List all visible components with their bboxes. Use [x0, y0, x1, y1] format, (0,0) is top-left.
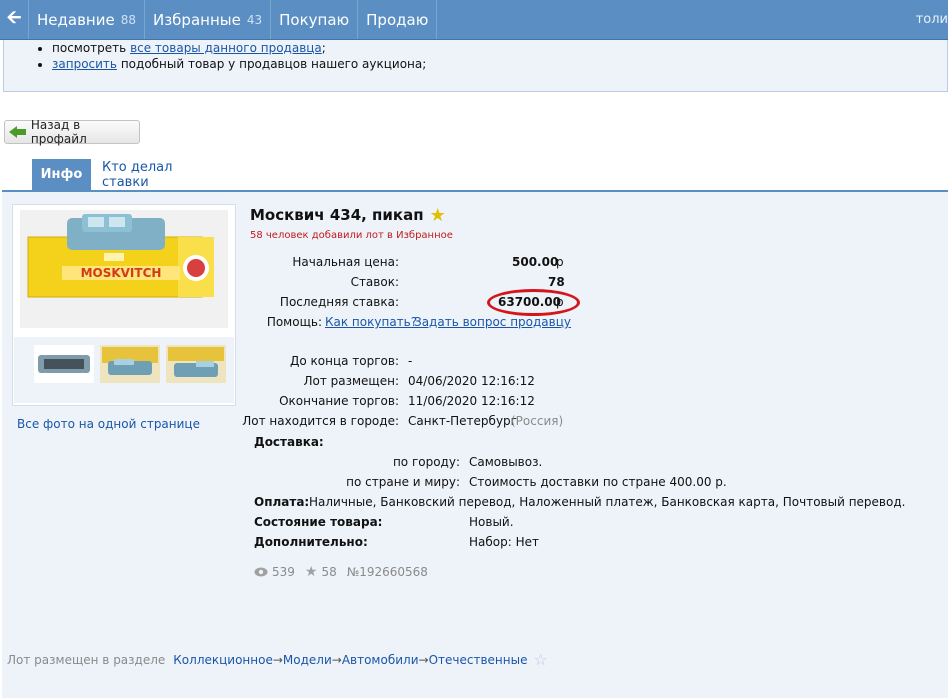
nav-favorites-label: Избранные [152, 10, 241, 29]
breadcrumb-domestic[interactable]: Отечественные [429, 653, 528, 667]
breadcrumb-separator: → [331, 652, 342, 667]
thumbnail-1-image [34, 345, 94, 383]
lot-number: №192660568 [346, 565, 428, 579]
city-value: Санкт-Петербург [408, 414, 517, 428]
ends-value: 11/06/2020 12:16:12 [408, 394, 535, 408]
all-photos-link[interactable]: Все фото на одной странице [17, 417, 200, 431]
eye-icon [254, 567, 268, 577]
bids-label: Ставок: [350, 275, 399, 289]
thumbnail-3-image [166, 345, 226, 383]
green-arrow-left-icon [9, 126, 27, 138]
favorites-note: 58 человек добавили лот в Избранное [250, 230, 453, 241]
payment-label: Оплата: [254, 495, 310, 509]
delivery-world-label: по стране и миру: [346, 475, 460, 489]
thumbnail-strip [14, 337, 234, 403]
lot-tabs: Инфо Кто делал ставки [2, 159, 948, 192]
delivery-city-label: по городу: [392, 455, 460, 469]
subscribe-star-icon[interactable]: ☆ [533, 650, 547, 669]
seller-items-link[interactable]: все товары данного продавца [130, 41, 322, 55]
city-label: Лот находится в городе: [242, 414, 399, 428]
last-bid-label: Последняя ставка: [279, 295, 399, 309]
condition-label: Состояние товара: [254, 515, 383, 529]
toy-car-box-image: MOSKVITCH [20, 210, 228, 328]
hint-suffix: ; [321, 41, 326, 55]
time-left-label: До конца торгов: [289, 354, 399, 368]
top-nav: 🡨 Недавние 88 Избранные 43 Покупаю Прода… [0, 0, 948, 40]
nav-recent-count: 88 [120, 12, 136, 27]
delivery-world-value: Стоимость доставки по стране 400.00 р. [469, 475, 727, 489]
tab-bidders[interactable]: Кто делал ставки [102, 159, 222, 190]
main-photo[interactable]: MOSKVITCH [20, 210, 228, 328]
breadcrumb-models[interactable]: Модели [283, 653, 332, 667]
last-bid-highlight-oval [487, 289, 580, 316]
hint-box: посмотреть все товары данного продавца; … [3, 40, 948, 92]
box-brand-text: MOSKVITCH [81, 266, 162, 280]
back-arrow-icon[interactable]: 🡨 [0, 0, 28, 39]
hint-line-1: посмотреть все товары данного продавца; [52, 40, 426, 56]
bids-value: 78 [548, 275, 565, 289]
nav-buying-label: Покупаю [279, 10, 350, 29]
extra-value: Набор: Нет [469, 535, 539, 549]
nav-user-text[interactable]: толи [916, 0, 948, 39]
nav-selling-label: Продаю [366, 10, 429, 29]
how-to-buy-link[interactable]: Как покупать? [325, 315, 417, 329]
views-count: 539 [272, 565, 295, 579]
lot-stats: 539 ★ 58 №192660568 [254, 564, 428, 580]
delivery-city-value: Самовывоз. [469, 455, 543, 469]
star-count-icon: ★ [304, 564, 318, 580]
favorite-star-icon[interactable]: ★ [430, 205, 446, 226]
lot-title-row: Москвич 434, пикап ★ [250, 204, 940, 226]
extra-label: Дополнительно: [254, 535, 368, 549]
hint-text: подобный товар у продавцов нашего аукцио… [120, 57, 427, 71]
placed-value: 04/06/2020 12:16:12 [408, 374, 535, 388]
tab-info[interactable]: Инфо [32, 159, 91, 190]
photo-gallery: MOSKVITCH [12, 204, 236, 406]
lot-title: Москвич 434, пикап [250, 206, 424, 224]
thumbnail-1[interactable] [34, 345, 94, 383]
stars-count: 58 [321, 565, 337, 579]
thumbnail-3[interactable] [166, 345, 226, 383]
thumbnail-2-image [100, 345, 160, 383]
country-value: (Россия) [511, 414, 564, 428]
condition-value: Новый. [469, 515, 514, 529]
delivery-label: Доставка: [254, 435, 324, 449]
breadcrumb-separator: → [272, 652, 283, 667]
back-to-profile-label: Назад в профайл [30, 118, 87, 146]
hint-line-2: запросить подобный товар у продавцов наш… [52, 56, 426, 72]
start-price-value: 500.00 [512, 255, 559, 269]
lot-details: Москвич 434, пикап ★ 58 человек добавили… [250, 204, 940, 242]
nav-selling[interactable]: Продаю [357, 0, 438, 39]
hint-text: посмотреть [52, 41, 127, 55]
breadcrumb-separator: → [418, 652, 429, 667]
payment-value: Наличные, Банковский перевод, Наложенный… [309, 495, 906, 509]
lot-panel: MOSKVITCH Все фото на одной странице Мос… [2, 192, 948, 698]
nav-buying[interactable]: Покупаю [270, 0, 357, 39]
time-left-value: - [408, 354, 413, 368]
breadcrumb-cars[interactable]: Автомобили [342, 653, 419, 667]
start-price-currency: р [556, 255, 564, 269]
placed-label: Лот размещен: [303, 374, 399, 388]
breadcrumb-collectibles[interactable]: Коллекционное [173, 653, 273, 667]
category-breadcrumb: Лот размещен в разделе Коллекционное → М… [7, 650, 548, 669]
nav-favorites[interactable]: Избранные 43 [143, 0, 270, 39]
ask-seller-link[interactable]: Задать вопрос продавцу [414, 315, 571, 329]
breadcrumb-prefix: Лот размещен в разделе [7, 652, 166, 667]
nav-recent-label: Недавние [37, 10, 115, 29]
nav-favorites-count: 43 [246, 12, 263, 27]
nav-recent[interactable]: Недавние 88 [28, 0, 144, 39]
thumbnail-2[interactable] [100, 345, 160, 383]
start-price-label: Начальная цена: [292, 255, 399, 269]
help-label: Помощь: [266, 315, 322, 329]
back-to-profile-button[interactable]: Назад в профайл [4, 118, 140, 146]
request-link[interactable]: запросить [52, 57, 117, 71]
ends-label: Окончание торгов: [279, 394, 399, 408]
